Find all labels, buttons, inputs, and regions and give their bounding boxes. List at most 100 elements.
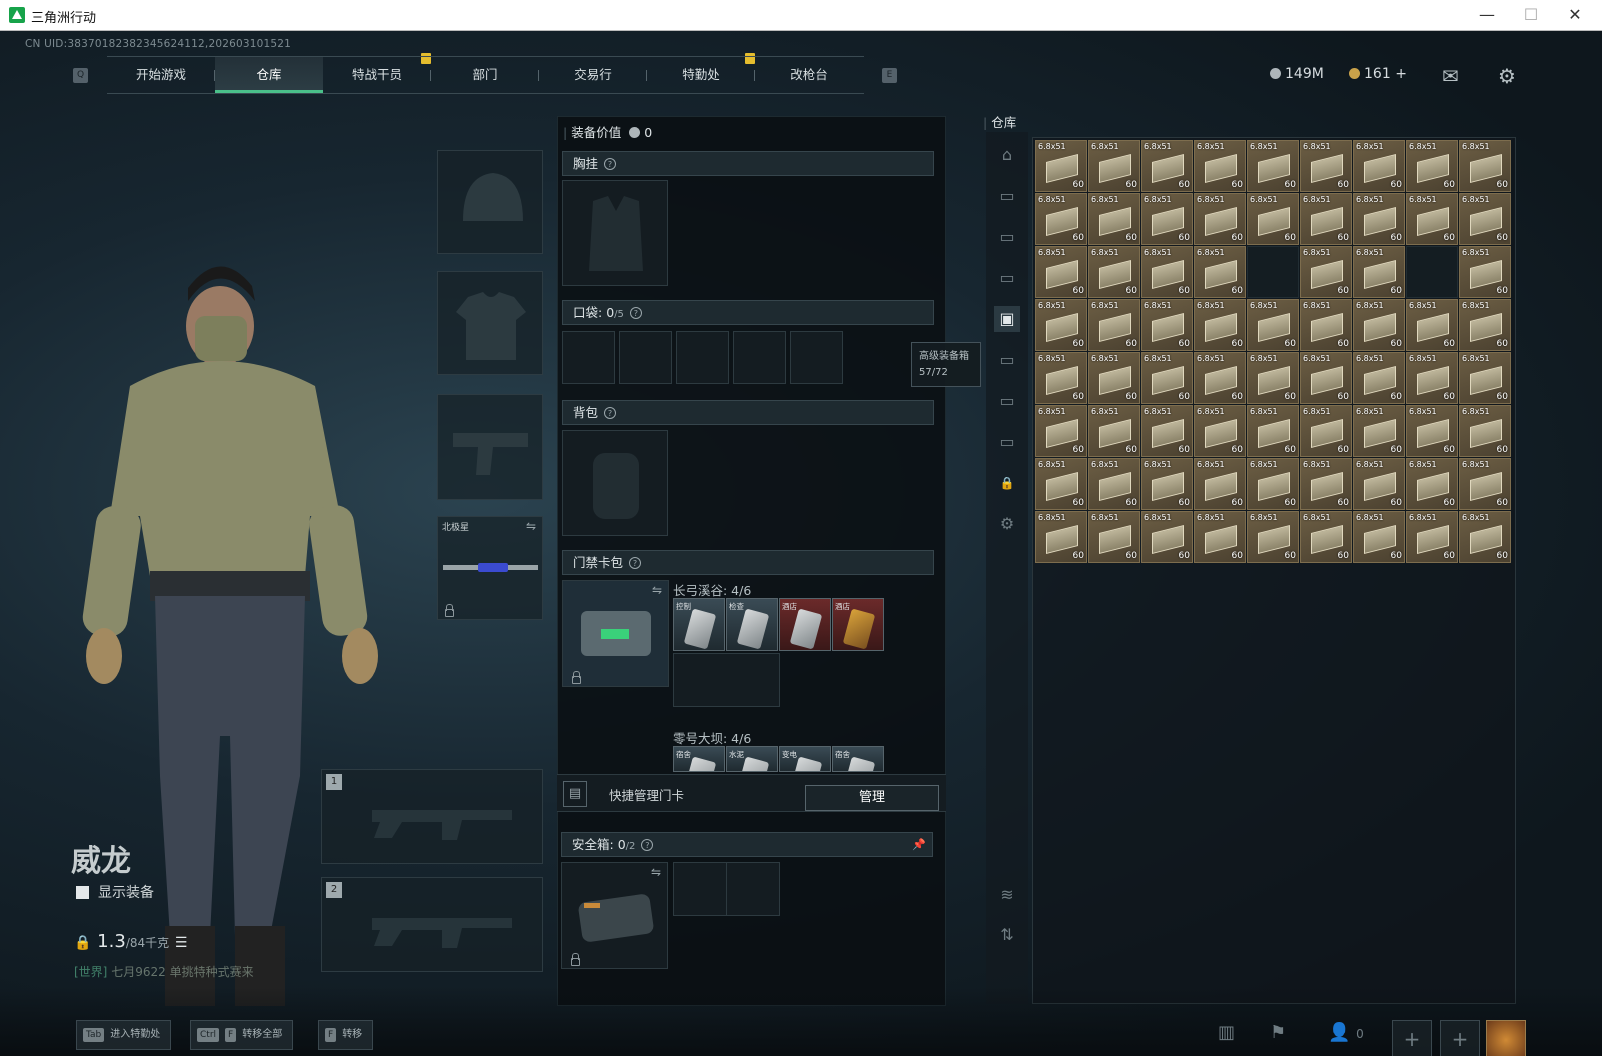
ammo-box-item[interactable]: 6.8x51 60 [1353, 299, 1405, 351]
pocket-slot[interactable] [619, 331, 672, 384]
ammo-box-item[interactable]: 6.8x51 60 [1247, 352, 1299, 404]
ammo-box-item[interactable]: 6.8x51 60 [1406, 352, 1458, 404]
armor-slot[interactable] [437, 271, 543, 375]
ammo-box-item[interactable]: 6.8x51 60 [1459, 352, 1511, 404]
show-equipment-toggle[interactable]: 显示装备 [76, 882, 154, 902]
ammo-box-item[interactable]: 6.8x51 60 [1459, 246, 1511, 298]
keycard-empty-slots[interactable] [673, 653, 780, 707]
ammo-box-item[interactable]: 6.8x51 60 [1247, 299, 1299, 351]
ammo-box-item[interactable]: 6.8x51 60 [1141, 458, 1193, 510]
warehouse-home-icon[interactable]: ⌂ [994, 142, 1020, 168]
ammo-box-item[interactable]: 6.8x51 60 [1300, 352, 1352, 404]
ammo-box-item[interactable]: 6.8x51 60 [1088, 140, 1140, 192]
keycard-item[interactable]: 宿舍 [673, 746, 725, 772]
ammo-box-item[interactable]: 6.8x51 60 [1459, 405, 1511, 457]
ammo-box-item[interactable]: 6.8x51 60 [1353, 352, 1405, 404]
ammo-box-item[interactable]: 6.8x51 60 [1035, 458, 1087, 510]
ammo-box-item[interactable]: 6.8x51 60 [1459, 140, 1511, 192]
safe-box-cell[interactable] [673, 862, 727, 916]
ammo-box-item[interactable]: 6.8x51 60 [1088, 193, 1140, 245]
tab-department[interactable]: 部门 [431, 57, 539, 93]
pistol-slot[interactable]: 北极星 ⇋ [437, 516, 543, 620]
keycard-item[interactable]: 检查 [726, 598, 778, 651]
keycard-item[interactable]: 控制 [673, 598, 725, 651]
weight-details-icon[interactable]: ☰ [175, 935, 188, 951]
add-gold-button[interactable]: + [1395, 66, 1407, 82]
primary-weapon-slot-2[interactable]: 2 [321, 877, 543, 972]
ammo-box-item[interactable]: 6.8x51 60 [1353, 140, 1405, 192]
ammo-box-item[interactable]: 6.8x51 60 [1353, 405, 1405, 457]
backpack-slot[interactable] [562, 430, 668, 536]
swap-icon[interactable]: ⇋ [652, 583, 662, 597]
pocket-slot[interactable] [562, 331, 615, 384]
ammo-box-item[interactable]: 6.8x51 60 [1194, 140, 1246, 192]
ammo-box-item[interactable]: 6.8x51 60 [1459, 193, 1511, 245]
safe-box-slot[interactable]: ⇋ [561, 862, 668, 969]
settings-gear-icon[interactable]: ⚙ [994, 511, 1020, 537]
ammo-box-item[interactable]: 6.8x51 60 [1353, 511, 1405, 563]
ammo-box-item[interactable]: 6.8x51 60 [1247, 140, 1299, 192]
keycard-item[interactable]: 水泥 [726, 746, 778, 772]
ammo-box-item[interactable]: 6.8x51 60 [1300, 193, 1352, 245]
warehouse-tab-icon[interactable]: ▭ [994, 388, 1020, 414]
add-member-button[interactable]: + [1440, 1020, 1480, 1056]
manage-button[interactable]: 管理 [805, 785, 939, 811]
ammo-box-item[interactable]: 6.8x51 60 [1035, 299, 1087, 351]
warehouse-tab-icon[interactable]: ▭ [994, 429, 1020, 455]
keycard-item[interactable]: 酒店 [832, 598, 884, 651]
melee-slot[interactable] [437, 394, 543, 500]
tab-market[interactable]: 交易行 [539, 57, 647, 93]
ammo-box-item[interactable]: 6.8x51 60 [1406, 511, 1458, 563]
pin-icon[interactable]: 📌 [912, 833, 926, 856]
ammo-box-item[interactable]: 6.8x51 60 [1247, 405, 1299, 457]
friends-icon[interactable]: 👤 0 [1328, 1022, 1364, 1043]
ammo-box-item[interactable]: 6.8x51 60 [1406, 193, 1458, 245]
tab-special-service[interactable]: 特勤处 [647, 57, 755, 93]
stats-chart-icon[interactable]: ▥ [1218, 1022, 1235, 1043]
player-avatar[interactable] [1486, 1020, 1526, 1056]
ammo-box-item[interactable]: 6.8x51 60 [1406, 299, 1458, 351]
ammo-box-item[interactable]: 6.8x51 60 [1406, 458, 1458, 510]
layers-icon[interactable]: ≋ [994, 882, 1020, 908]
ammo-box-item[interactable]: 6.8x51 60 [1300, 246, 1352, 298]
swap-icon[interactable]: ⇋ [651, 865, 661, 879]
help-icon[interactable]: ? [641, 839, 654, 851]
ammo-box-item[interactable]: 6.8x51 60 [1088, 299, 1140, 351]
warehouse-tab-icon[interactable]: ▭ [994, 224, 1020, 250]
maximize-button[interactable]: ☐ [1509, 3, 1553, 27]
help-icon[interactable]: ? [604, 158, 617, 170]
ammo-box-item[interactable]: 6.8x51 60 [1300, 511, 1352, 563]
ammo-box-item[interactable]: 6.8x51 60 [1194, 458, 1246, 510]
tab-warehouse[interactable]: 仓库 [215, 57, 323, 93]
ammo-box-item[interactable]: 6.8x51 60 [1141, 299, 1193, 351]
ammo-box-item[interactable]: 6.8x51 60 [1406, 405, 1458, 457]
minimize-button[interactable]: — [1465, 3, 1509, 27]
ammo-box-item[interactable]: 6.8x51 60 [1194, 405, 1246, 457]
transfer-hint[interactable]: F 转移 [318, 1020, 374, 1050]
pocket-slot[interactable] [790, 331, 843, 384]
ammo-box-item[interactable]: 6.8x51 60 [1459, 511, 1511, 563]
ammo-box-item[interactable]: 6.8x51 60 [1035, 352, 1087, 404]
keycard-item[interactable]: 宿舍 [832, 746, 884, 772]
empty-warehouse-cell[interactable] [1247, 246, 1299, 298]
ammo-box-item[interactable]: 6.8x51 60 [1459, 299, 1511, 351]
ammo-box-item[interactable]: 6.8x51 60 [1035, 405, 1087, 457]
help-icon[interactable]: ? [629, 557, 642, 569]
ammo-box-item[interactable]: 6.8x51 60 [1194, 246, 1246, 298]
ammo-box-item[interactable]: 6.8x51 60 [1300, 140, 1352, 192]
ammo-box-item[interactable]: 6.8x51 60 [1141, 352, 1193, 404]
ammo-box-item[interactable]: 6.8x51 60 [1088, 458, 1140, 510]
ammo-box-item[interactable]: 6.8x51 60 [1035, 140, 1087, 192]
warehouse-tab-icon[interactable]: ▣ [994, 306, 1020, 332]
ammo-box-item[interactable]: 6.8x51 60 [1353, 246, 1405, 298]
close-button[interactable]: ✕ [1553, 3, 1597, 27]
flag-icon[interactable]: ⚑ [1270, 1022, 1286, 1043]
primary-weapon-slot-1[interactable]: 1 [321, 769, 543, 864]
keycard-case-slot[interactable]: ⇋ [562, 580, 669, 687]
ammo-box-item[interactable]: 6.8x51 60 [1035, 511, 1087, 563]
ammo-box-item[interactable]: 6.8x51 60 [1247, 458, 1299, 510]
lock-icon[interactable]: 🔒 [994, 470, 1020, 496]
add-member-button[interactable]: + [1392, 1020, 1432, 1056]
help-icon[interactable]: ? [629, 307, 642, 319]
ammo-box-item[interactable]: 6.8x51 60 [1459, 458, 1511, 510]
